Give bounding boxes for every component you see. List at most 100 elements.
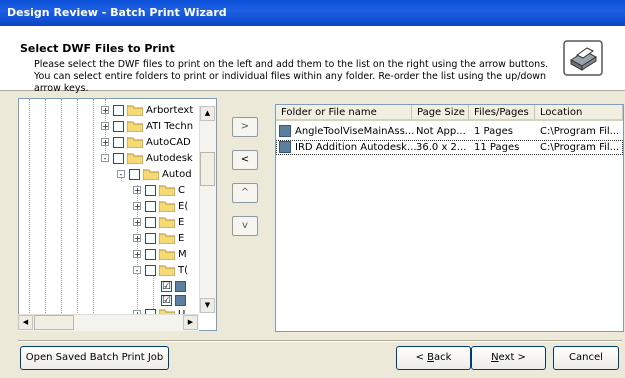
- folder-icon: [159, 185, 175, 196]
- expand-icon[interactable]: +: [133, 218, 141, 227]
- tree-item-label: T(: [178, 264, 189, 276]
- expand-icon[interactable]: +: [101, 138, 109, 147]
- folder-icon: [127, 121, 143, 132]
- printer-icon: [563, 40, 603, 76]
- file-pages: 1 Pages: [474, 126, 513, 137]
- collapse-icon[interactable]: -: [101, 154, 109, 163]
- folder-icon: [159, 233, 175, 244]
- back-label: ack: [434, 352, 452, 363]
- checkbox[interactable]: [113, 136, 124, 148]
- tree-item-label: E: [178, 232, 185, 244]
- dwf-file-icon: [279, 141, 291, 153]
- checkbox[interactable]: [113, 120, 124, 132]
- table-row[interactable]: IRD Addition Autodesk... 36.0 x 2... 11 …: [276, 140, 623, 155]
- checkbox[interactable]: [145, 232, 156, 244]
- tree-item-label: Autod: [162, 168, 192, 180]
- expand-icon[interactable]: +: [133, 186, 141, 195]
- column-header-location[interactable]: Location: [535, 105, 623, 121]
- collapse-icon[interactable]: -: [133, 266, 141, 275]
- checkbox-checked[interactable]: ☑: [161, 280, 172, 292]
- back-button[interactable]: < Back: [396, 346, 471, 370]
- column-header-name[interactable]: Folder or File name: [276, 105, 412, 121]
- collapse-icon[interactable]: -: [117, 170, 125, 179]
- folder-icon: [127, 153, 143, 164]
- folder-icon: [159, 249, 175, 260]
- next-mnemonic: N: [491, 352, 499, 363]
- tree-item-label: E(: [178, 200, 189, 212]
- tree-item[interactable]: + ATI Techn: [101, 119, 193, 133]
- expand-icon[interactable]: +: [133, 202, 141, 211]
- remove-from-list-button[interactable]: <: [232, 150, 258, 170]
- move-up-button[interactable]: ^: [232, 183, 258, 203]
- table-row[interactable]: AngleToolViseMainAss... Not App... 1 Pag…: [276, 124, 623, 139]
- divider: [18, 340, 622, 342]
- dwf-file-icon: [279, 125, 291, 137]
- scroll-left-icon[interactable]: ◀: [18, 315, 33, 330]
- tree-item-label: ATI Techn: [146, 120, 194, 132]
- expand-icon[interactable]: +: [101, 122, 109, 131]
- checkbox[interactable]: [113, 152, 124, 164]
- tree-horizontal-scrollbar[interactable]: ◀ ▶: [18, 314, 199, 331]
- checkbox[interactable]: [145, 184, 156, 196]
- tree-item[interactable]: + E(: [133, 199, 188, 213]
- tree-item[interactable]: + AutoCAD: [101, 135, 191, 149]
- file-location: C:\Program Fil...: [540, 142, 620, 153]
- move-down-button[interactable]: v: [232, 216, 258, 236]
- file-name: IRD Addition Autodesk...: [295, 142, 417, 153]
- checkbox[interactable]: [113, 104, 124, 116]
- checkbox-checked[interactable]: ☑: [161, 294, 172, 306]
- tree-item[interactable]: - Autod: [117, 167, 192, 181]
- tree-item-label: M: [178, 248, 187, 260]
- back-prefix: <: [415, 352, 428, 363]
- file-pages: 11 Pages: [474, 142, 520, 153]
- page-size: 36.0 x 2...: [416, 142, 467, 153]
- tree-item[interactable]: + C: [133, 183, 185, 197]
- tree-item[interactable]: - Autodesk: [101, 151, 193, 165]
- checkbox[interactable]: [145, 200, 156, 212]
- tree-item-label: Autodesk: [146, 152, 193, 164]
- tree-item-label: Arbortext: [146, 104, 194, 116]
- scroll-thumb[interactable]: [200, 152, 215, 186]
- tree-item-label: AutoCAD: [146, 136, 191, 148]
- back-mnemonic: B: [427, 352, 434, 363]
- expand-icon[interactable]: +: [101, 106, 109, 115]
- page-size: Not App...: [416, 126, 466, 137]
- scroll-right-icon[interactable]: ▶: [183, 315, 198, 330]
- tree-item[interactable]: ☑: [161, 279, 189, 293]
- open-saved-batch-button[interactable]: Open Saved Batch Print Job: [20, 346, 169, 370]
- checkbox[interactable]: [145, 216, 156, 228]
- dwf-file-icon: [175, 280, 186, 292]
- print-list[interactable]: Folder or File name Page Size Files/Page…: [275, 104, 624, 332]
- tree-vertical-scrollbar[interactable]: ▲ ▼: [199, 106, 216, 313]
- tree-item[interactable]: + M: [133, 247, 187, 261]
- column-header-page-size[interactable]: Page Size: [412, 105, 469, 121]
- next-button[interactable]: Next >: [471, 346, 546, 370]
- file-location: C:\Program Fil...: [540, 126, 620, 137]
- expand-icon[interactable]: +: [133, 250, 141, 259]
- tree-item[interactable]: + E: [133, 215, 184, 229]
- scroll-thumb[interactable]: [34, 315, 74, 330]
- cancel-button[interactable]: Cancel: [553, 346, 619, 370]
- tree-item[interactable]: + Arbortext: [101, 103, 193, 117]
- column-header-files-pages[interactable]: Files/Pages: [469, 105, 535, 121]
- tree-item[interactable]: + E: [133, 231, 184, 245]
- checkbox[interactable]: [145, 248, 156, 260]
- folder-icon: [143, 169, 159, 180]
- scroll-up-icon[interactable]: ▲: [200, 106, 215, 121]
- title-bar: Design Review - Batch Print Wizard: [0, 0, 625, 26]
- checkbox[interactable]: [129, 168, 140, 180]
- tree-item[interactable]: - T(: [133, 263, 188, 277]
- page-title: Select DWF Files to Print: [20, 42, 175, 55]
- add-to-list-button[interactable]: >: [232, 117, 258, 137]
- scroll-down-icon[interactable]: ▼: [200, 298, 215, 313]
- tree-item[interactable]: ☑: [161, 293, 189, 307]
- checkbox[interactable]: [145, 264, 156, 276]
- file-name: AngleToolViseMainAss...: [295, 126, 415, 137]
- folder-icon: [159, 217, 175, 228]
- expand-icon[interactable]: +: [133, 234, 141, 243]
- folder-icon: [127, 137, 143, 148]
- folder-tree[interactable]: + Arbortext + ATI Techn + AutoCAD - Auto…: [18, 98, 217, 331]
- page-description: Please select the DWF files to print on …: [34, 59, 549, 94]
- folder-icon: [127, 105, 143, 116]
- folder-icon: [159, 201, 175, 212]
